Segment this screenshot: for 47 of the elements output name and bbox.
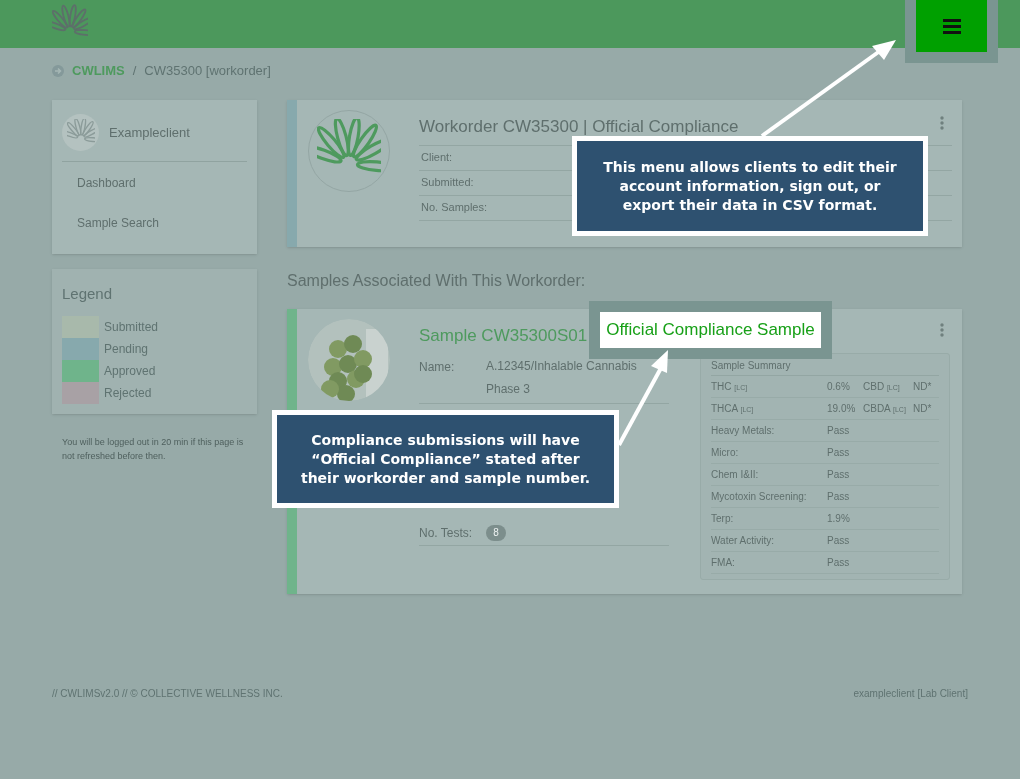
field-label: No. Tests: — [419, 524, 474, 542]
callout-text: This menu allows clients to edit their account information, sign out, or export their data in CSV format. — [602, 157, 898, 215]
summary-value: 0.6% — [827, 380, 851, 394]
sample-title: Sample CW35300S01 — [419, 325, 588, 347]
legend-label: Approved — [104, 362, 156, 380]
summary-value: Pass — [827, 424, 850, 438]
samples-heading: Samples Associated With This Workorder: — [287, 271, 587, 291]
summary-label: Water Activity: — [711, 534, 775, 548]
summary-value: Pass — [827, 490, 850, 504]
summary-label: Mycotoxin Screening: — [711, 490, 808, 504]
client-name: Exampleclient — [109, 123, 190, 142]
breadcrumb-separator: / — [132, 62, 137, 81]
more-icon[interactable] — [940, 116, 944, 130]
arrow-circle-icon — [52, 65, 64, 77]
legend-title: Legend — [62, 284, 114, 304]
summary-value: 1.9% — [827, 512, 850, 526]
legend-label: Pending — [104, 340, 149, 358]
breadcrumb-link[interactable]: CWLIMS — [72, 61, 125, 81]
summary-value: Pass — [827, 534, 850, 548]
more-icon[interactable] — [940, 323, 944, 337]
workorder-title: Workorder CW35300 | Official Compliance — [419, 116, 739, 138]
summary-value: Pass — [827, 468, 850, 482]
field-label: Client: — [421, 150, 453, 166]
summary-value: ND* — [913, 402, 932, 416]
menu-button[interactable] — [916, 0, 987, 52]
compliance-badge: Official Compliance Sample — [600, 312, 821, 348]
summary-label: FMA: — [711, 556, 736, 570]
summary-value: Pass — [827, 556, 850, 570]
summary-label: Micro: — [711, 446, 740, 460]
legend-label: Submitted — [104, 318, 159, 336]
summary-value: ND* — [913, 380, 932, 394]
summary-value: Pass — [827, 446, 850, 460]
summary-label: Heavy Metals: — [711, 424, 776, 438]
field-label: No. Samples: — [421, 200, 488, 216]
summary-label: Chem I&II: — [711, 468, 760, 482]
field-label: Submitted: — [421, 175, 474, 191]
field-value: A.12345/Inhalable Cannabis Phase 3 — [486, 358, 638, 398]
legend-label: Rejected — [104, 384, 152, 402]
count-badge: 8 — [486, 524, 506, 541]
menu-icon — [942, 18, 961, 34]
sidebar-item[interactable]: Sample Search — [62, 202, 247, 242]
summary-value: 19.0% — [827, 402, 857, 416]
field-label: Name: — [419, 359, 456, 376]
breadcrumb-current: CW35300 [workorder] — [144, 62, 271, 81]
summary-label: Terp: — [711, 512, 735, 526]
sidebar-item[interactable]: Dashboard — [62, 162, 247, 202]
callout-text: Compliance submissions will have “Official Compliance” stated after their workorder and sample number. — [299, 430, 592, 488]
